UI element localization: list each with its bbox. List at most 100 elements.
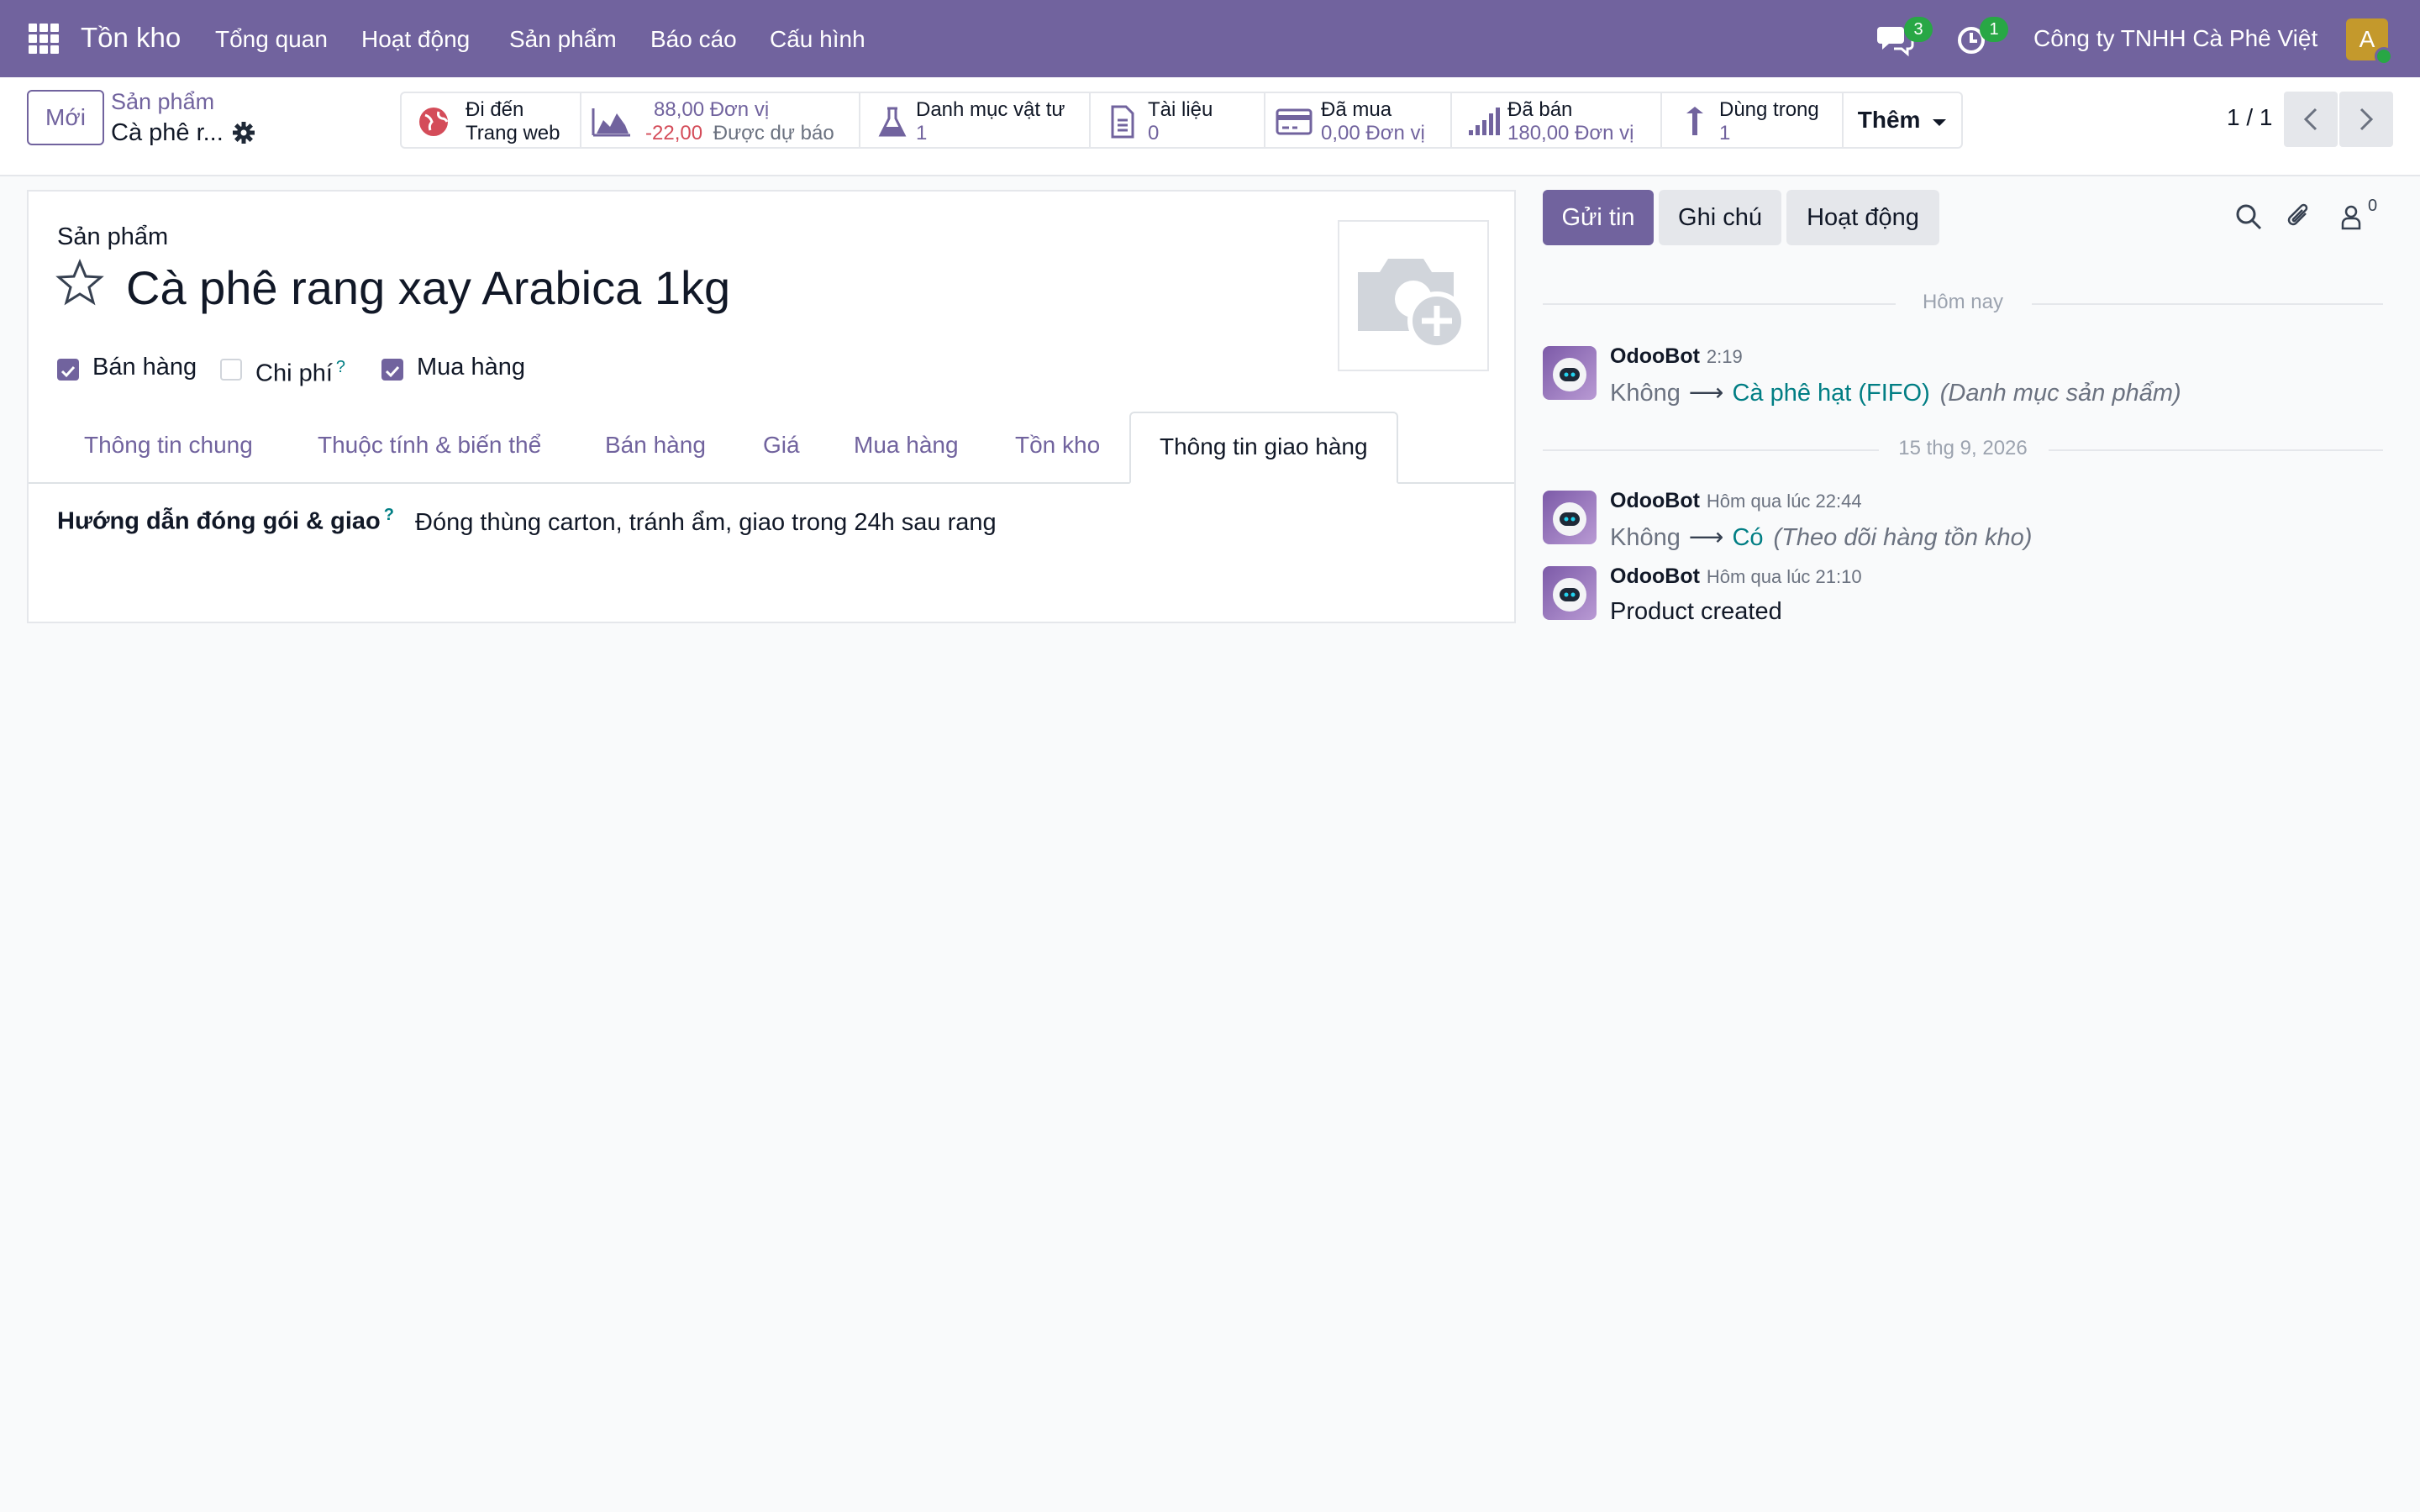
bom-smart-button[interactable]: Danh mục vật tư 1	[860, 92, 1091, 149]
online-status-icon	[2375, 47, 2393, 66]
purchased-smart-button[interactable]: Đã mua 0,00 Đơn vị	[1265, 92, 1452, 149]
company-switcher[interactable]: Công ty TNHH Cà Phê Việt	[2033, 25, 2317, 52]
document-icon	[1111, 105, 1134, 139]
user-avatar[interactable]: A	[2346, 18, 2393, 66]
chevron-right-icon	[2360, 108, 2374, 131]
used-in-count: 1	[1719, 122, 1731, 144]
packaging-instructions-field[interactable]: Đóng thùng carton, tránh ẩm, giao trong …	[415, 509, 997, 537]
tab-inventory[interactable]: Tồn kho	[1015, 412, 1100, 484]
documents-label: Tài liệu	[1148, 98, 1213, 121]
new-button[interactable]: Mới	[27, 90, 104, 145]
message-author[interactable]: OdooBot	[1610, 564, 1700, 588]
product-name-field[interactable]: Cà phê rang xay Arabica 1kg	[126, 260, 730, 315]
message-date: Hôm qua lúc 21:10	[1706, 566, 1862, 587]
gear-icon[interactable]	[232, 121, 255, 144]
app-menu-icon[interactable]	[29, 24, 59, 54]
help-tooltip-icon[interactable]: ?	[384, 506, 394, 524]
product-form-sheet: Sản phẩm Cà phê rang xay Arabica 1kg Bán…	[27, 190, 1516, 623]
product-image-upload[interactable]	[1338, 220, 1489, 371]
followers-icon[interactable]	[2336, 202, 2366, 232]
signal-bars-icon	[1469, 108, 1500, 135]
can-be-purchased-label: Mua hàng	[417, 354, 525, 381]
sold-smart-button[interactable]: Đã bán 180,00 Đơn vị	[1452, 92, 1662, 149]
documents-count: 0	[1148, 122, 1160, 144]
activities-badge: 1	[1980, 17, 2008, 42]
menu-operations[interactable]: Hoạt động	[361, 26, 470, 53]
globe-icon	[419, 108, 449, 136]
tab-attributes-variants[interactable]: Thuộc tính & biến thể	[318, 412, 541, 484]
help-tooltip-icon[interactable]: ?	[336, 358, 345, 376]
breadcrumb-parent[interactable]: Sản phẩm	[111, 89, 214, 115]
menu-products[interactable]: Sản phẩm	[509, 26, 617, 53]
tab-general-information[interactable]: Thông tin chung	[84, 412, 253, 484]
pager-value[interactable]: 1 / 1	[2227, 104, 2272, 131]
more-label: Thêm	[1857, 107, 1921, 133]
main-navbar: Tồn kho Tổng quan Hoạt động Sản phẩm Báo…	[0, 0, 2420, 77]
separator-date: 15 thg 9, 2026	[1543, 437, 2383, 462]
checkbox-checked-icon	[57, 359, 79, 381]
tracking-field-name: (Theo dõi hàng tồn kho)	[1773, 524, 2033, 551]
tracking-field-name: (Danh mục sản phẩm)	[1939, 380, 2181, 407]
checkbox-unchecked-icon	[220, 359, 242, 381]
flask-icon	[878, 107, 907, 137]
can-be-sold-label: Bán hàng	[92, 354, 197, 381]
tab-delivery-information[interactable]: Thông tin giao hàng	[1129, 412, 1398, 484]
forecast-smart-button[interactable]: 88,00 Đơn vị -22,00 Được dự báo	[581, 92, 860, 149]
arrow-right-icon: ⟶	[1688, 524, 1724, 551]
checkbox-checked-icon	[381, 359, 403, 381]
separator-today: Hôm nay	[1543, 291, 2383, 316]
website-line1: Đi đến	[466, 98, 524, 121]
odoobot-avatar[interactable]	[1543, 566, 1597, 620]
camera-add-icon	[1358, 259, 1466, 350]
tracking-old-value: Không	[1610, 380, 1681, 407]
more-dropdown[interactable]: Thêm	[1844, 92, 1963, 149]
tab-pricing[interactable]: Giá	[763, 412, 800, 484]
avatar-letter: A	[2359, 26, 2375, 52]
tracking-old-value: Không	[1610, 524, 1681, 551]
pager-next-button[interactable]	[2339, 92, 2393, 147]
star-favorite-icon[interactable]	[55, 259, 104, 307]
menu-reporting[interactable]: Báo cáo	[650, 26, 737, 53]
message-author[interactable]: OdooBot	[1610, 489, 1700, 512]
purchased-label: Đã mua	[1321, 98, 1392, 121]
message-date: 2:19	[1706, 346, 1743, 367]
used-in-label: Dùng trong	[1719, 98, 1819, 121]
bom-label: Danh mục vật tư	[916, 98, 1065, 121]
tracking-new-value: Cà phê hạt (FIFO)	[1732, 380, 1930, 407]
message-body: Product created	[1610, 598, 1782, 625]
documents-smart-button[interactable]: Tài liệu 0	[1091, 92, 1265, 149]
paperclip-icon[interactable]	[2284, 202, 2314, 232]
menu-overview[interactable]: Tổng quan	[215, 26, 328, 53]
search-icon[interactable]	[2233, 202, 2264, 232]
odoobot-avatar[interactable]	[1543, 346, 1597, 400]
tab-purchase[interactable]: Mua hàng	[854, 412, 959, 484]
website-smart-button[interactable]: Đi đến Trang web	[400, 92, 581, 149]
followers-count: 0	[2368, 197, 2378, 215]
on-hand-quantity: 88,00 Đơn vị	[654, 98, 770, 121]
tracking-new-value: Có	[1732, 524, 1764, 551]
menu-configuration[interactable]: Cấu hình	[770, 26, 865, 53]
control-panel: Mới Sản phẩm Cà phê r... Đi đến Trang we…	[0, 77, 2420, 176]
packaging-instructions-text: Hướng dẫn đóng gói & giao	[57, 507, 381, 535]
separator-date-label: 15 thg 9, 2026	[1898, 437, 2028, 459]
bom-count: 1	[916, 122, 928, 144]
purchased-quantity: 0,00 Đơn vị	[1321, 122, 1425, 144]
forecast-value: -22,00	[645, 122, 703, 144]
app-name[interactable]: Tồn kho	[81, 22, 181, 54]
messages-badge: 3	[1904, 17, 1933, 42]
pager-previous-button[interactable]	[2284, 92, 2338, 147]
breadcrumb-current: Cà phê r...	[111, 119, 224, 146]
send-message-button[interactable]: Gửi tin	[1543, 190, 1654, 245]
arrow-right-icon: ⟶	[1688, 380, 1724, 407]
odoobot-avatar[interactable]	[1543, 491, 1597, 544]
used-in-smart-button[interactable]: Dùng trong 1	[1662, 92, 1844, 149]
tab-sales[interactable]: Bán hàng	[605, 412, 706, 484]
log-note-button[interactable]: Ghi chú	[1659, 190, 1781, 245]
message-author[interactable]: OdooBot	[1610, 344, 1700, 368]
activities-button[interactable]: Hoạt động	[1786, 190, 1939, 245]
chevron-left-icon	[2303, 108, 2317, 131]
record-type-label: Sản phẩm	[57, 223, 169, 250]
caret-down-icon	[1933, 119, 1947, 126]
message-date: Hôm qua lúc 22:44	[1706, 491, 1862, 512]
level-up-icon	[1684, 107, 1703, 135]
